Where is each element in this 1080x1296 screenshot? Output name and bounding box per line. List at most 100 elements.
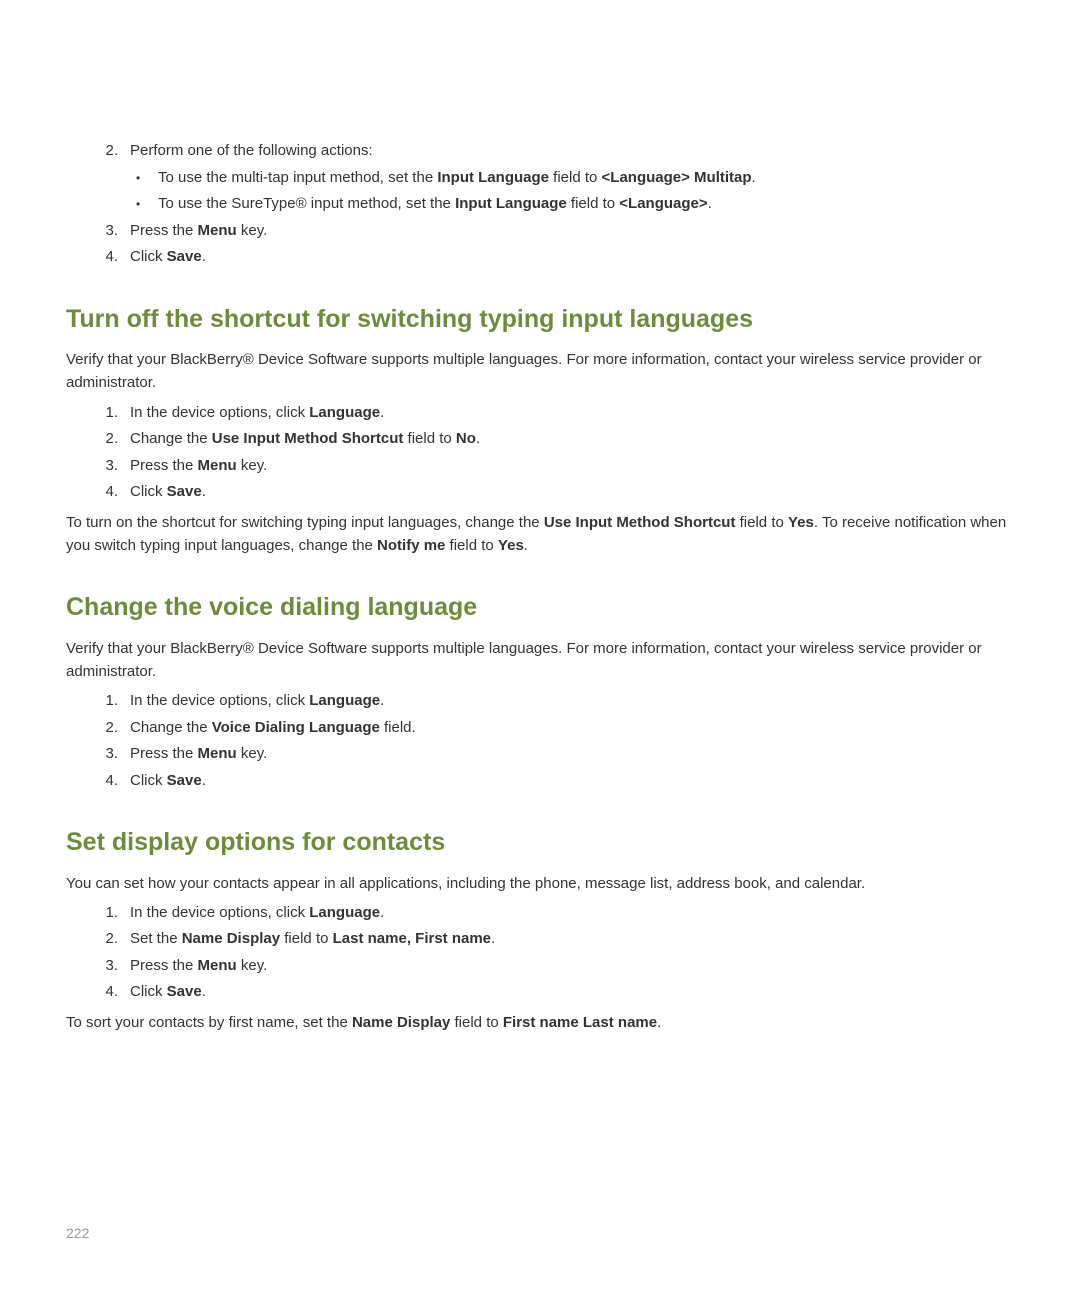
text-span: Click	[130, 483, 167, 500]
step-text: Click Save.	[130, 481, 1014, 504]
text-span: field to	[567, 195, 620, 212]
document-content: 2. Perform one of the following actions:…	[66, 140, 1014, 1034]
text-span: In the device options, click	[130, 692, 309, 709]
text-span: key.	[237, 457, 268, 474]
list-item: 2. Change the Use Input Method Shortcut …	[86, 428, 1014, 451]
step-text: Set the Name Display field to Last name,…	[130, 928, 1014, 951]
text-span: .	[524, 537, 528, 554]
bold-text: Menu	[198, 957, 237, 974]
step-number: 4.	[86, 481, 130, 504]
step-text: Press the Menu key.	[130, 220, 1014, 243]
text-span: Click	[130, 772, 167, 789]
list-item: 4. Click Save.	[86, 246, 1014, 269]
bold-text: Menu	[198, 745, 237, 762]
bold-text: Yes	[498, 537, 524, 554]
section-heading-display-options: Set display options for contacts	[66, 824, 1014, 862]
text-span: field to	[280, 930, 333, 947]
text-span: key.	[237, 957, 268, 974]
text-span: .	[202, 248, 206, 265]
text-span: key.	[237, 222, 268, 239]
bold-text: Language	[309, 904, 380, 921]
bullet-marker: •	[136, 193, 158, 216]
bold-text: Name Display	[182, 930, 280, 947]
list-item: 4. Click Save.	[86, 981, 1014, 1004]
bullet-text: To use the multi-tap input method, set t…	[158, 167, 1014, 190]
list-item: 1. In the device options, click Language…	[86, 402, 1014, 425]
step-list: 1. In the device options, click Language…	[86, 402, 1014, 504]
step-number: 3.	[86, 455, 130, 478]
list-item: 4. Click Save.	[86, 481, 1014, 504]
page-number: 222	[66, 1225, 89, 1241]
bullet-marker: •	[136, 167, 158, 190]
bold-text: Language	[309, 404, 380, 421]
bold-text: Input Language	[455, 195, 567, 212]
bullet-item: • To use the multi-tap input method, set…	[136, 167, 1014, 190]
step-number: 4.	[86, 246, 130, 269]
step-text: Click Save.	[130, 246, 1014, 269]
step-number: 4.	[86, 981, 130, 1004]
bold-text: Voice Dialing Language	[212, 719, 380, 736]
intro-paragraph: Verify that your BlackBerry® Device Soft…	[66, 348, 1014, 395]
text-span: .	[380, 692, 384, 709]
text-span: key.	[237, 745, 268, 762]
step-number: 2.	[86, 928, 130, 951]
text-span: field to	[445, 537, 498, 554]
bold-text: Menu	[198, 457, 237, 474]
text-span: .	[476, 430, 480, 447]
list-item: 3. Press the Menu key.	[86, 955, 1014, 978]
bold-text: Save	[167, 483, 202, 500]
bold-text: Save	[167, 983, 202, 1000]
text-span: .	[752, 169, 756, 186]
step-list: 1. In the device options, click Language…	[86, 902, 1014, 1004]
text-span: To turn on the shortcut for switching ty…	[66, 514, 544, 531]
step-number: 3.	[86, 220, 130, 243]
text-span: .	[202, 483, 206, 500]
text-span: Change the	[130, 719, 212, 736]
text-span: field to	[549, 169, 602, 186]
text-span: In the device options, click	[130, 904, 309, 921]
list-item: 3. Press the Menu key.	[86, 220, 1014, 243]
list-item: 1. In the device options, click Language…	[86, 690, 1014, 713]
step-text: Perform one of the following actions:	[130, 140, 1014, 163]
text-span: To use the SureType® input method, set t…	[158, 195, 455, 212]
list-item: 4. Click Save.	[86, 770, 1014, 793]
text-span: Press the	[130, 457, 198, 474]
text-span: .	[657, 1014, 661, 1031]
bold-text: Use Input Method Shortcut	[212, 430, 404, 447]
step-text: Change the Voice Dialing Language field.	[130, 717, 1014, 740]
bold-text: Yes	[788, 514, 814, 531]
step-number: 2.	[86, 428, 130, 451]
text-span: field to	[735, 514, 788, 531]
bold-text: Input Language	[437, 169, 549, 186]
step-number: 2.	[86, 140, 130, 163]
text-span: To sort your contacts by first name, set…	[66, 1014, 352, 1031]
bold-text: No	[456, 430, 476, 447]
bold-text: Language	[309, 692, 380, 709]
bold-text: <Language> Multitap	[602, 169, 752, 186]
text-span: field.	[380, 719, 416, 736]
step-list: 1. In the device options, click Language…	[86, 690, 1014, 792]
step-number: 1.	[86, 690, 130, 713]
bold-text: Save	[167, 772, 202, 789]
bold-text: First name Last name	[503, 1014, 657, 1031]
text-span: .	[708, 195, 712, 212]
bullet-item: • To use the SureType® input method, set…	[136, 193, 1014, 216]
bold-text: <Language>	[619, 195, 707, 212]
step-number: 2.	[86, 717, 130, 740]
step-text: In the device options, click Language.	[130, 402, 1014, 425]
text-span: .	[380, 404, 384, 421]
step-text: Click Save.	[130, 981, 1014, 1004]
text-span: In the device options, click	[130, 404, 309, 421]
intro-paragraph: You can set how your contacts appear in …	[66, 872, 1014, 895]
step-number: 3.	[86, 955, 130, 978]
outro-paragraph: To sort your contacts by first name, set…	[66, 1011, 1014, 1034]
step-number: 4.	[86, 770, 130, 793]
text-span: .	[491, 930, 495, 947]
text-span: To use the multi-tap input method, set t…	[158, 169, 437, 186]
section-heading-voice-dialing: Change the voice dialing language	[66, 589, 1014, 627]
step-text: Press the Menu key.	[130, 455, 1014, 478]
bold-text: Save	[167, 248, 202, 265]
bullet-text: To use the SureType® input method, set t…	[158, 193, 1014, 216]
bold-text: Name Display	[352, 1014, 450, 1031]
text-span: .	[202, 983, 206, 1000]
